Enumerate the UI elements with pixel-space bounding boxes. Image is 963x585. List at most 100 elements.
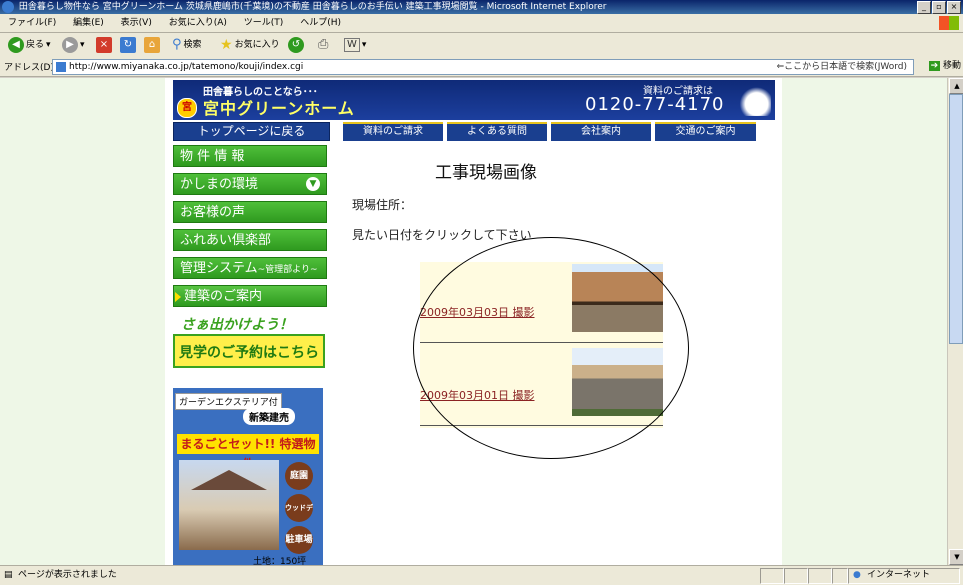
minimize-button[interactable]: _ bbox=[917, 1, 931, 14]
tab-access[interactable]: 交通のご案内 bbox=[655, 122, 756, 141]
promo-new: 新築建売 bbox=[243, 408, 295, 425]
sidebar-item-label: 物 件 情 報 bbox=[180, 149, 245, 164]
favorites-button[interactable]: ★ お気に入り bbox=[220, 36, 280, 54]
menu-view[interactable]: 表示(V) bbox=[121, 18, 152, 28]
scroll-up-icon[interactable]: ▲ bbox=[949, 78, 963, 94]
menu-favorites[interactable]: お気に入り(A) bbox=[169, 18, 227, 28]
refresh-icon: ↻ bbox=[120, 37, 136, 53]
status-text: ページが表示されました bbox=[18, 570, 117, 580]
status-page-icon: ▤ bbox=[4, 570, 13, 580]
zone-label: インターネット bbox=[867, 570, 931, 580]
star-icon: ★ bbox=[220, 37, 233, 53]
status-bar: ▤ ページが表示されました ● インターネット bbox=[0, 565, 963, 585]
stop-icon: × bbox=[96, 37, 112, 53]
construction-thumbnail[interactable] bbox=[572, 264, 663, 332]
scroll-down-icon[interactable]: ▼ bbox=[949, 549, 963, 565]
vertical-scrollbar[interactable]: ▲ ▼ bbox=[947, 78, 963, 565]
address-bar: アドレス(D) http://www.miyanaka.co.jp/tatemo… bbox=[0, 57, 963, 77]
scroll-thumb[interactable] bbox=[949, 94, 963, 344]
photo-date-link[interactable]: 2009年03月01日 撮影 bbox=[420, 387, 535, 403]
site-brand[interactable]: 宮中グリーンホーム bbox=[203, 95, 355, 119]
top-nav: 資料のご請求 よくある質問 会社案内 交通のご案内 bbox=[343, 122, 756, 141]
list-item: 2009年03月01日 撮影 bbox=[420, 345, 663, 426]
home-button[interactable]: ⌂ bbox=[144, 36, 160, 54]
window-controls: _ ▫ × bbox=[917, 1, 961, 14]
back-arrow-icon: ◀ bbox=[8, 37, 24, 53]
sidebar-item-label: 管理システム bbox=[180, 261, 258, 276]
page-title: 工事現場画像 bbox=[435, 163, 537, 183]
tab-faq[interactable]: よくある質問 bbox=[447, 122, 547, 141]
sidebar-item-label: 建築のご案内 bbox=[184, 289, 263, 304]
visit-reservation-banner[interactable]: さぁ出かけよう！ 見学のご予約はこちら bbox=[173, 312, 327, 372]
list-item: 2009年03月03日 撮影 bbox=[420, 262, 663, 343]
address-label: アドレス(D) bbox=[4, 63, 54, 73]
promo-badge: ウッドデッキ bbox=[285, 494, 313, 540]
back-button[interactable]: ◀ 戻る ▾ bbox=[8, 36, 51, 54]
top-page-button[interactable]: トップページに戻る bbox=[173, 122, 330, 141]
window-titlebar: 田舎暮らし物件なら 宮中グリーンホーム 茨城県鹿嶋市(千葉境)の不動産 田舎暮ら… bbox=[0, 0, 963, 14]
sidebar-item-voices[interactable]: お客様の声 bbox=[173, 201, 327, 223]
close-button[interactable]: × bbox=[947, 1, 961, 14]
menu-file[interactable]: ファイル(F) bbox=[8, 18, 56, 28]
printer-icon: ⎙ bbox=[318, 37, 329, 52]
site-header: 宮 田舎暮らしのことなら･･･ 宮中グリーンホーム 資料のご請求は 0120-7… bbox=[173, 80, 775, 120]
tab-company[interactable]: 会社案内 bbox=[551, 122, 651, 141]
promo-badge: 駐車場 bbox=[285, 526, 313, 554]
globe-icon: ● bbox=[853, 570, 861, 580]
side-menu: 物 件 情 報 かしまの環境 ▼ お客様の声 ふれあい倶楽部 管理システム~管理部… bbox=[173, 145, 327, 313]
address-input[interactable]: http://www.miyanaka.co.jp/tatemono/kouji… bbox=[52, 59, 914, 75]
window-title: 田舎暮らし物件なら 宮中グリーンホーム 茨城県鹿嶋市(千葉境)の不動産 田舎暮ら… bbox=[18, 2, 607, 12]
favorites-label: お気に入り bbox=[234, 40, 280, 50]
ie-icon bbox=[2, 1, 14, 13]
sidebar-item-construction[interactable]: 建築のご案内 bbox=[173, 285, 327, 307]
status-cell bbox=[808, 568, 832, 584]
windows-logo-icon bbox=[939, 16, 959, 30]
photo-gallery: 2009年03月03日 撮影 2009年03月01日 撮影 bbox=[420, 262, 663, 428]
tab-request[interactable]: 資料のご請求 bbox=[343, 122, 443, 141]
go-label: 移動 bbox=[942, 61, 961, 71]
chevron-down-icon: ▼ bbox=[306, 177, 320, 191]
search-label: 検索 bbox=[183, 40, 202, 50]
forward-arrow-icon: ▶ bbox=[62, 37, 78, 53]
jword-search[interactable]: ⇐ここから日本語で検索(JWord) bbox=[777, 60, 907, 74]
promo-land: 土地：150坪 bbox=[253, 557, 307, 565]
promo-badge: 庭園 bbox=[285, 462, 313, 490]
status-cell bbox=[832, 568, 848, 584]
zone-cell: ● インターネット bbox=[848, 568, 960, 584]
print-button[interactable]: ⎙ bbox=[318, 36, 328, 54]
menu-tools[interactable]: ツール(T) bbox=[244, 18, 284, 28]
visit-slogan: さぁ出かけよう！ bbox=[181, 317, 293, 333]
forward-button[interactable]: ▶ ▾ bbox=[62, 36, 85, 54]
sidebar-item-sublabel: ~管理部より~ bbox=[257, 265, 318, 275]
history-button[interactable]: ↺ bbox=[288, 36, 304, 54]
visit-reservation-button[interactable]: 見学のご予約はこちら bbox=[173, 334, 325, 368]
construction-thumbnail[interactable] bbox=[572, 348, 663, 416]
promo-banner[interactable]: ガーデンエクステリア付 新築建売 まるごとセット!! 特選物件 庭園 ウッドデッ… bbox=[173, 388, 323, 565]
maximize-button[interactable]: ▫ bbox=[932, 1, 946, 14]
sidebar-item-club[interactable]: ふれあい倶楽部 bbox=[173, 229, 327, 251]
site-address-label: 現場住所： bbox=[352, 198, 413, 212]
sidebar-item-management[interactable]: 管理システム~管理部より~ bbox=[173, 257, 327, 279]
address-url: http://www.miyanaka.co.jp/tatemono/kouji… bbox=[69, 62, 304, 72]
instruction-text: 見たい日付をクリックして下さい bbox=[352, 228, 532, 242]
page-icon bbox=[56, 62, 66, 72]
go-button[interactable]: ➔ 移動 bbox=[928, 59, 961, 73]
home-icon: ⌂ bbox=[144, 37, 160, 53]
menu-edit[interactable]: 編集(E) bbox=[73, 18, 104, 28]
go-arrow-icon: ➔ bbox=[928, 61, 941, 71]
menu-help[interactable]: ヘルプ(H) bbox=[300, 18, 341, 28]
page-content: 宮 田舎暮らしのことなら･･･ 宮中グリーンホーム 資料のご請求は 0120-7… bbox=[165, 78, 782, 565]
sidebar-item-environment[interactable]: かしまの環境 ▼ bbox=[173, 173, 327, 195]
phone-number: 0120-77-4170 bbox=[585, 94, 725, 115]
cloud-decoration bbox=[735, 86, 771, 116]
sidebar-item-properties[interactable]: 物 件 情 報 bbox=[173, 145, 327, 167]
word-button[interactable]: W ▾ bbox=[344, 36, 366, 54]
status-cell bbox=[784, 568, 808, 584]
status-cell bbox=[760, 568, 784, 584]
refresh-button[interactable]: ↻ bbox=[120, 36, 136, 54]
photo-date-link[interactable]: 2009年03月03日 撮影 bbox=[420, 304, 535, 320]
stop-button[interactable]: × bbox=[96, 36, 112, 54]
history-icon: ↺ bbox=[288, 37, 304, 53]
search-button[interactable]: ⚲ 検索 bbox=[172, 36, 202, 54]
page-viewport: 宮 田舎暮らしのことなら･･･ 宮中グリーンホーム 資料のご請求は 0120-7… bbox=[0, 78, 947, 565]
